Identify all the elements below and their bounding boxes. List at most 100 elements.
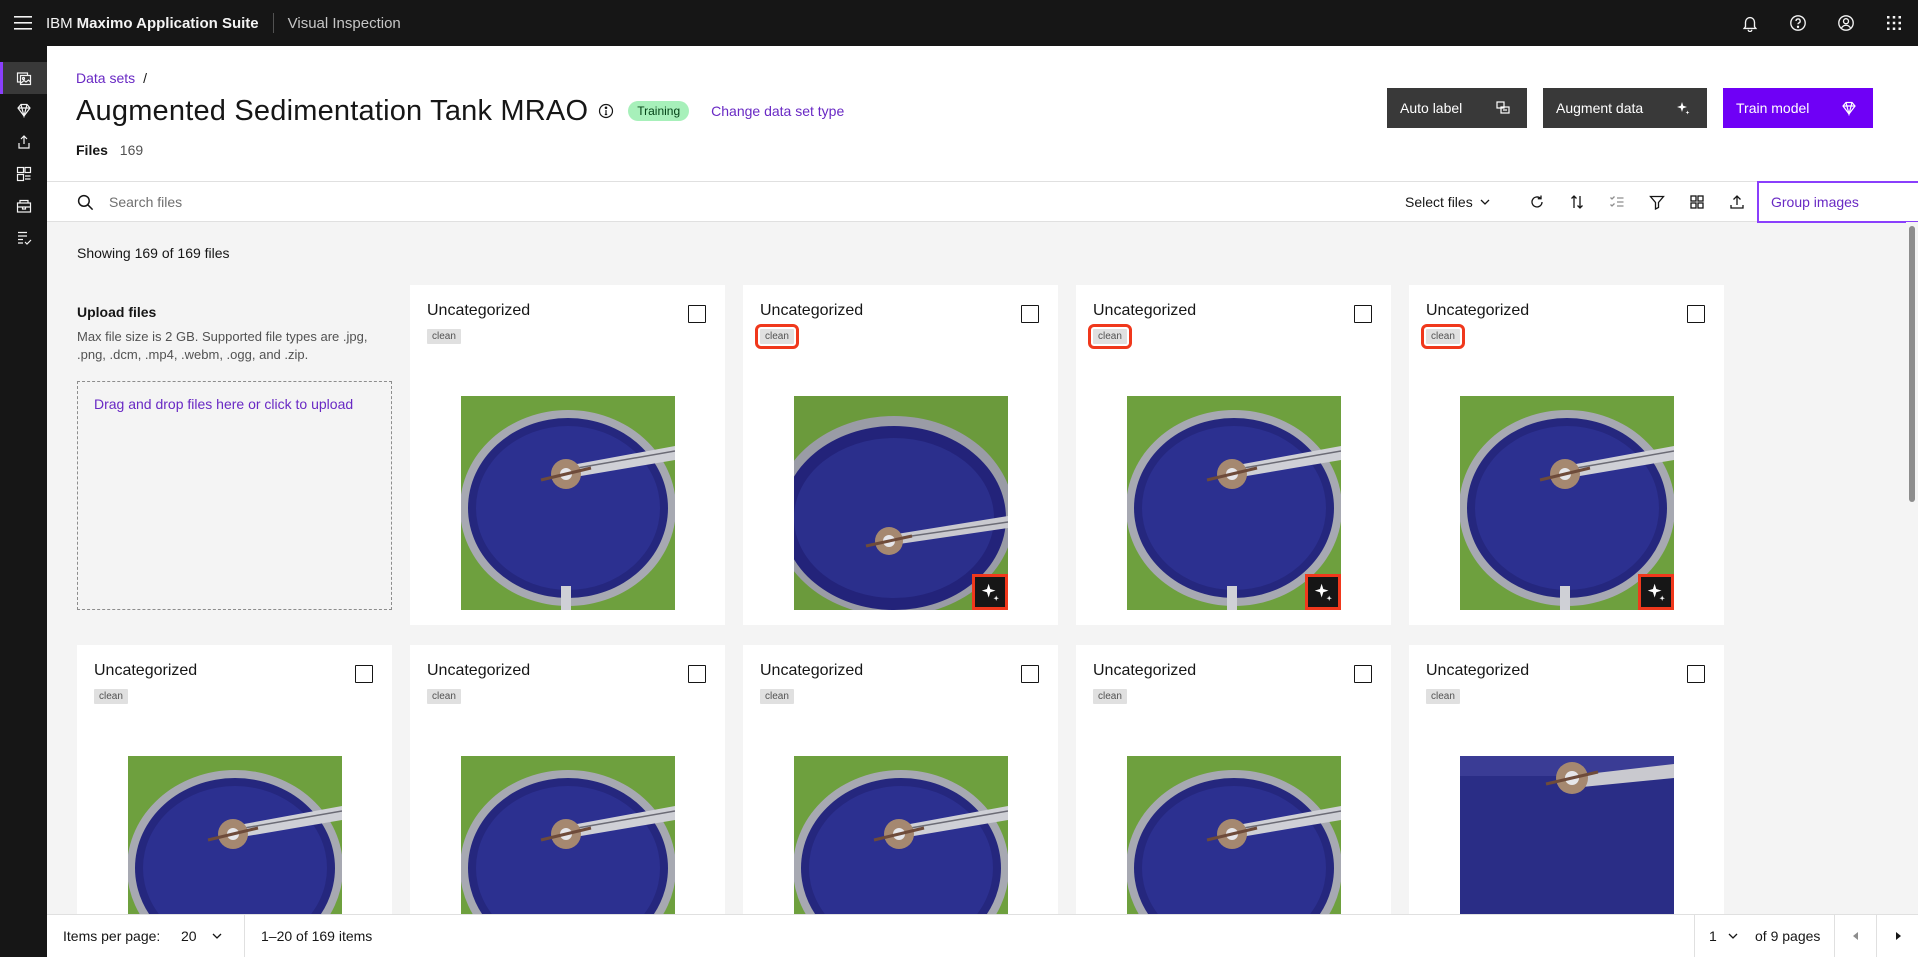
card-checkbox[interactable] [355, 665, 373, 683]
card-tag: clean [755, 324, 799, 349]
tank-image [461, 396, 675, 610]
image-card[interactable]: Uncategorized clean [410, 285, 725, 625]
tank-image [128, 756, 342, 914]
models-icon [16, 103, 31, 118]
sparkle-icon [981, 583, 999, 601]
filter-icon[interactable] [1637, 182, 1677, 222]
search-input[interactable] [109, 182, 1009, 222]
sparkle-icon [1314, 583, 1332, 601]
info-icon[interactable] [598, 103, 614, 119]
chevron-down-icon [1728, 933, 1738, 939]
notification-icon[interactable] [1726, 0, 1774, 46]
help-icon[interactable] [1774, 0, 1822, 46]
tank-image-thumbnail[interactable] [1460, 396, 1674, 610]
brand-name[interactable]: IBM Maximo Application Suite [46, 13, 274, 33]
card-checkbox[interactable] [1021, 305, 1039, 323]
product-name: Visual Inspection [287, 14, 401, 32]
tank-image-thumbnail[interactable] [128, 756, 342, 914]
rail-models[interactable] [0, 94, 47, 126]
caret-right-icon [1895, 932, 1901, 940]
select-files-label: Select files [1405, 194, 1473, 210]
tank-image-thumbnail[interactable] [1127, 396, 1341, 610]
image-card[interactable]: Uncategorized clean [1076, 285, 1391, 625]
card-checkbox[interactable] [688, 305, 706, 323]
augmented-badge [972, 574, 1008, 610]
card-category: Uncategorized [94, 662, 198, 679]
card-tag: clean [760, 689, 794, 704]
image-card[interactable]: Uncategorized clean [1409, 285, 1724, 625]
rail-dashboard[interactable] [0, 158, 47, 190]
change-data-set-type-link[interactable]: Change data set type [711, 103, 844, 119]
upload-description: Max file size is 2 GB. Supported file ty… [77, 329, 368, 362]
items-per-page-select[interactable]: 20 [181, 915, 241, 957]
card-checkbox[interactable] [1687, 305, 1705, 323]
upload-title: Upload files [77, 304, 157, 320]
augment-data-button[interactable]: Augment data [1543, 88, 1707, 128]
group-images-button[interactable]: Group images [1757, 181, 1918, 223]
page-number-value: 1 [1709, 928, 1717, 944]
image-card[interactable]: Uncategorized clean [1409, 645, 1724, 914]
card-checkbox[interactable] [1354, 665, 1372, 683]
chevron-down-icon [1480, 199, 1490, 205]
app-switcher-icon[interactable] [1870, 0, 1918, 46]
tank-image-thumbnail[interactable] [461, 756, 675, 914]
page-title: Augmented Sedimentation Tank MRAO [76, 94, 589, 127]
refresh-icon[interactable] [1517, 182, 1557, 222]
image-card[interactable]: Uncategorized clean [77, 645, 392, 914]
card-checkbox[interactable] [688, 665, 706, 683]
file-drop-zone[interactable]: Drag and drop files here or click to upl… [77, 381, 392, 610]
tank-image-thumbnail[interactable] [461, 396, 675, 610]
scrollbar-thumb[interactable] [1909, 226, 1915, 502]
card-checkbox[interactable] [1687, 665, 1705, 683]
items-per-page-label: Items per page: [63, 928, 161, 944]
files-count-value: 169 [119, 142, 144, 158]
tank-image [461, 756, 675, 914]
tank-image [1127, 756, 1341, 914]
train-model-button[interactable]: Train model [1723, 88, 1873, 128]
status-badge: Training [628, 101, 690, 121]
rail-reports[interactable] [0, 222, 47, 254]
augmented-badge [1305, 574, 1341, 610]
image-card[interactable]: Uncategorized clean [1076, 645, 1391, 914]
image-card[interactable]: Uncategorized clean [743, 285, 1058, 625]
rail-deploy[interactable] [0, 126, 47, 158]
tank-image-thumbnail[interactable] [1127, 756, 1341, 914]
card-checkbox[interactable] [1021, 665, 1039, 683]
breadcrumb: Data sets / [76, 70, 147, 86]
card-category: Uncategorized [760, 302, 864, 319]
tank-image-thumbnail[interactable] [794, 396, 1008, 610]
card-tag: clean [427, 329, 461, 344]
select-files-dropdown[interactable]: Select files [1405, 182, 1491, 222]
tank-image-thumbnail[interactable] [1460, 756, 1674, 914]
auto-label-button[interactable]: Auto label [1387, 88, 1527, 128]
grid-view-icon[interactable] [1677, 182, 1717, 222]
user-avatar-icon[interactable] [1822, 0, 1870, 46]
sort-icon[interactable] [1557, 182, 1597, 222]
checklist-icon[interactable] [1597, 182, 1637, 222]
page-number-select[interactable]: 1 [1709, 915, 1739, 957]
breadcrumb-data-sets-link[interactable]: Data sets [76, 70, 135, 86]
files-label: Files [76, 142, 108, 158]
image-card[interactable]: Uncategorized clean [410, 645, 725, 914]
card-category: Uncategorized [760, 662, 864, 679]
previous-page-button[interactable] [1834, 915, 1876, 957]
inventory-icon [16, 199, 31, 213]
card-checkbox[interactable] [1354, 305, 1372, 323]
vertical-scrollbar[interactable] [1906, 222, 1918, 914]
showing-count: Showing 169 of 169 files [77, 245, 230, 261]
tank-image-thumbnail[interactable] [794, 756, 1008, 914]
chevron-down-icon [212, 933, 222, 939]
upload-icon[interactable] [1717, 182, 1757, 222]
rail-inventory[interactable] [0, 190, 47, 222]
hamburger-menu-icon[interactable] [0, 0, 46, 46]
card-tag: clean [1093, 689, 1127, 704]
image-card[interactable]: Uncategorized clean [743, 645, 1058, 914]
dashboard-icon [16, 166, 31, 182]
next-page-button[interactable] [1876, 915, 1918, 957]
data-sets-icon [16, 72, 31, 86]
card-tag: clean [94, 689, 128, 704]
rail-data-sets[interactable] [0, 62, 47, 94]
deploy-icon [17, 135, 30, 149]
breadcrumb-separator: / [143, 70, 148, 86]
card-category: Uncategorized [1426, 302, 1530, 319]
